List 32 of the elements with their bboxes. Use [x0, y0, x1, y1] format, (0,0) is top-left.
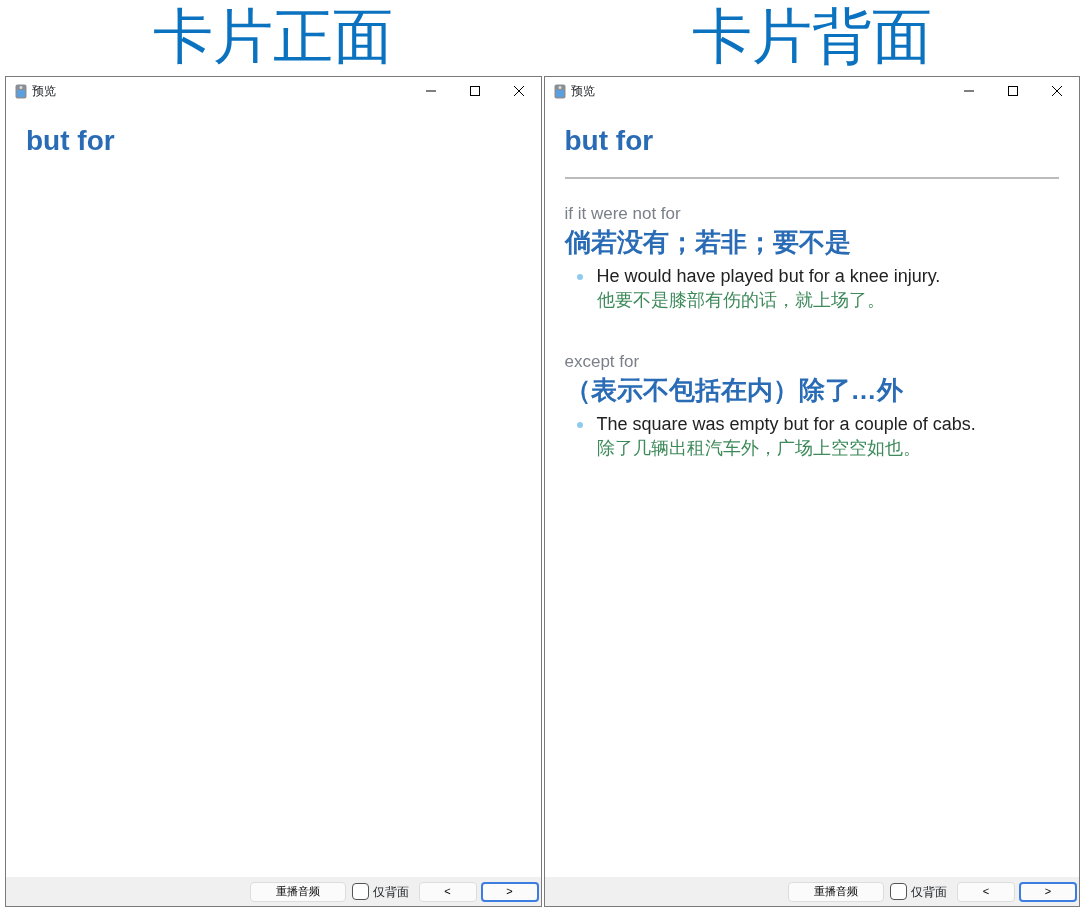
meaning-text: （表示不包括在内）除了…外 — [564, 374, 904, 407]
replay-audio-button[interactable]: 重播音频 — [249, 881, 346, 902]
app-icon — [553, 83, 566, 99]
replay-audio-button[interactable]: 重播音频 — [788, 881, 884, 902]
window-title: 预览 — [570, 83, 595, 100]
app-icon — [15, 83, 27, 99]
nav-button[interactable]: > — [1019, 881, 1077, 902]
close-icon — [513, 86, 524, 96]
headword: but for — [564, 125, 655, 157]
checkbox-label: 仅背面 — [372, 883, 409, 901]
caption-heading: 卡片正面 — [152, 2, 395, 72]
back-only-checkbox[interactable] — [351, 883, 369, 900]
bullet-icon — [576, 422, 583, 428]
example-sentence: He would have played but for a knee injury. — [596, 265, 941, 287]
close-icon — [1052, 86, 1062, 96]
checkbox-label: 仅背面 — [911, 883, 947, 901]
sense-text: except for — [564, 351, 641, 373]
headword: but for — [26, 125, 116, 157]
example-sentence: The square was empty but for a couple of cabs. — [596, 413, 976, 435]
back-only-checkbox[interactable] — [890, 883, 907, 900]
nav-button[interactable]: < — [957, 881, 1015, 902]
example-translation: 除了几辆出租汽车外，广场上空空如也。 — [596, 437, 922, 460]
sense-text: if it were not for — [564, 203, 682, 225]
bullet-icon — [576, 274, 583, 280]
window-title: 预览 — [32, 83, 56, 100]
example-translation: 他要不是膝部有伤的话，就上场了。 — [596, 289, 886, 312]
nav-button[interactable]: < — [418, 881, 477, 902]
meaning-text: 倘若没有；若非；要不是 — [564, 226, 852, 259]
maximize-icon — [469, 86, 480, 96]
nav-button[interactable]: > — [480, 881, 539, 902]
caption-heading: 卡片背面 — [690, 2, 933, 72]
maximize-icon — [1008, 86, 1018, 96]
